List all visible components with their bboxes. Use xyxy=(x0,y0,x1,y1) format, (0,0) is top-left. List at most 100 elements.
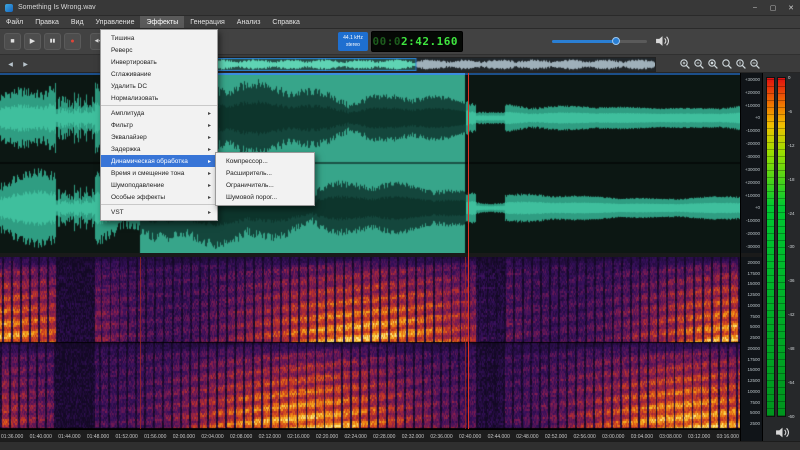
menu-item-label: Реверс xyxy=(111,47,133,54)
frequency-label: 10000 xyxy=(747,389,760,394)
time-ruler-label: 01:36.000 xyxy=(1,434,23,440)
playhead-cursor[interactable] xyxy=(468,73,469,429)
menubar-item[interactable]: Анализ xyxy=(231,16,267,28)
time-ruler-label: 02:16.000 xyxy=(287,434,309,440)
time-display: 00:02:42.160 xyxy=(371,31,463,52)
dynamics-submenu-item[interactable]: Шумовой порог... xyxy=(216,191,314,203)
close-button[interactable]: ✕ xyxy=(782,0,800,16)
menubar-item[interactable]: Справка xyxy=(266,16,305,28)
meter-bar-left xyxy=(766,77,775,417)
meter-db-label: -6 xyxy=(788,109,795,114)
menubar-item[interactable]: Файл xyxy=(0,16,29,28)
amplitude-label: -10000 xyxy=(746,218,760,223)
frequency-label: 20000 xyxy=(747,346,760,351)
submenu-arrow-icon: ▸ xyxy=(208,209,211,216)
zoom-fit-button[interactable] xyxy=(720,57,733,70)
time-ruler-label: 02:28.000 xyxy=(373,434,395,440)
amplitude-scale-right: +30000+20000+10000+0-10000-20000-30000 xyxy=(741,163,762,253)
selection-end-edge[interactable] xyxy=(465,257,466,429)
menubar-item[interactable]: Генерация xyxy=(184,16,230,28)
frequency-label: 7500 xyxy=(750,400,760,405)
menu-item-label: Удалить DC xyxy=(111,83,147,90)
play-button[interactable]: ▶ xyxy=(24,33,41,50)
meter-bar-right xyxy=(777,77,786,417)
effects-menu-item[interactable]: Особые эффекты ▸ xyxy=(101,191,217,203)
selection-start-edge[interactable] xyxy=(140,257,141,429)
volume-fill xyxy=(552,40,616,43)
menubar-item[interactable]: Вид xyxy=(65,16,90,28)
effects-menu-item[interactable]: Инвертировать xyxy=(101,56,217,68)
record-icon: ● xyxy=(70,38,74,45)
frequency-label: 2500 xyxy=(750,335,760,340)
record-button[interactable]: ● xyxy=(64,33,81,50)
time-ruler-label: 02:08.000 xyxy=(230,434,252,440)
frequency-label: 20000 xyxy=(747,260,760,265)
time-ruler-label: 02:04.000 xyxy=(201,434,223,440)
zoom-vertical-in-button[interactable] xyxy=(734,57,747,70)
history-back-button[interactable]: ◀ xyxy=(4,58,17,70)
stop-button[interactable]: ■ xyxy=(4,33,21,50)
menubar-item[interactable]: Управление xyxy=(90,16,141,28)
spectrogram-display[interactable] xyxy=(0,257,740,429)
monitor-volume-icon[interactable] xyxy=(775,426,790,439)
menu-item-label: VST xyxy=(111,209,124,216)
effects-menu-item[interactable]: Сглаживание xyxy=(101,68,217,80)
time-ruler[interactable]: 01:36.00001:40.00001:44.00001:48.00001:5… xyxy=(0,429,740,441)
effects-menu-item[interactable]: Удалить DC xyxy=(101,80,217,92)
meter-db-label: -60 xyxy=(788,414,795,419)
dynamics-submenu-item[interactable]: Компрессор... xyxy=(216,155,314,167)
submenu-arrow-icon: ▸ xyxy=(208,194,211,201)
time-ruler-label: 01:44.000 xyxy=(58,434,80,440)
dynamics-submenu-item[interactable]: Ограничитель... xyxy=(216,179,314,191)
playback-volume-slider[interactable] xyxy=(552,40,647,43)
zoom-selection-button[interactable] xyxy=(706,57,719,70)
effects-menu-item[interactable]: Время и смещение тона ▸ xyxy=(101,167,217,179)
menu-item-label: Инвертировать xyxy=(111,59,157,66)
time-ruler-label: 03:16.000 xyxy=(717,434,739,440)
menu-item-label: Эквалайзер xyxy=(111,134,147,141)
effects-menu-item[interactable]: Динамическая обработка ▸ xyxy=(101,155,217,167)
frequency-label: 5000 xyxy=(750,324,760,329)
pause-button[interactable]: ▮▮ xyxy=(44,33,61,50)
effects-menu-item[interactable]: Фильтр ▸ xyxy=(101,119,217,131)
zoom-toolbar xyxy=(678,57,761,70)
volume-knob[interactable] xyxy=(612,37,620,45)
effects-menu-item[interactable]: Шумоподавление ▸ xyxy=(101,179,217,191)
menu-item-label: Шумовой порог... xyxy=(226,194,277,201)
effects-menu-item[interactable]: Эквалайзер ▸ xyxy=(101,131,217,143)
dynamics-submenu-item[interactable]: Расширитель... xyxy=(216,167,314,179)
effects-menu: Тишина Реверс Инвертировать Сглаживание … xyxy=(100,29,218,221)
effects-menu-item[interactable]: Задержка ▸ xyxy=(101,143,217,155)
effects-menu-item[interactable]: VST ▸ xyxy=(101,206,217,218)
frequency-label: 12500 xyxy=(747,292,760,297)
amplitude-label: -30000 xyxy=(746,244,760,249)
effects-menu-item[interactable]: Амплитуда ▸ xyxy=(101,107,217,119)
menu-item-label: Время и смещение тона xyxy=(111,170,184,177)
meter-db-label: -36 xyxy=(788,278,795,283)
speaker-icon[interactable] xyxy=(655,34,670,48)
submenu-arrow-icon: ▸ xyxy=(208,146,211,153)
submenu-arrow-icon: ▸ xyxy=(208,170,211,177)
submenu-arrow-icon: ▸ xyxy=(208,134,211,141)
menu-item-label: Шумоподавление xyxy=(111,182,164,189)
amplitude-label: +30000 xyxy=(745,167,760,172)
zoom-vertical-out-button[interactable] xyxy=(748,57,761,70)
frequency-label: 15000 xyxy=(747,281,760,286)
effects-menu-item[interactable]: Нормализовать xyxy=(101,92,217,104)
effects-menu-item[interactable]: Тишина xyxy=(101,32,217,44)
history-forward-button[interactable]: ▶ xyxy=(19,58,32,70)
minimize-button[interactable]: – xyxy=(746,0,764,16)
amplitude-label: -20000 xyxy=(746,141,760,146)
frequency-label: 12500 xyxy=(747,378,760,383)
scale-column: +30000+20000+10000+0-10000-20000-30000 +… xyxy=(740,73,762,441)
amplitude-label: -10000 xyxy=(746,128,760,133)
meter-db-label: -42 xyxy=(788,312,795,317)
level-meter: 0-6-12-18-24-30-36-42-48-54-60 xyxy=(762,73,800,441)
menubar-item[interactable]: Правка xyxy=(29,16,65,28)
effects-menu-item[interactable]: Реверс xyxy=(101,44,217,56)
zoom-in-button[interactable] xyxy=(678,57,691,70)
maximize-button[interactable]: ▢ xyxy=(764,0,782,16)
menubar-item[interactable]: Эффекты xyxy=(140,16,184,28)
zoom-out-button[interactable] xyxy=(692,57,705,70)
overview-strip[interactable] xyxy=(202,57,656,72)
